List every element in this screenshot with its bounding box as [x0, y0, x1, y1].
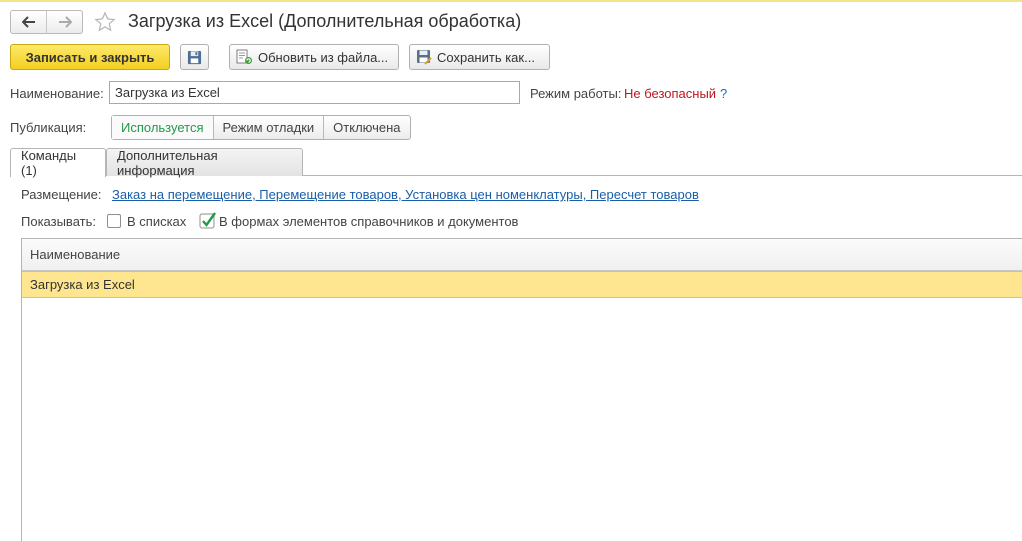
save-button[interactable] [180, 44, 209, 70]
placement-link[interactable]: Заказ на перемещение, Перемещение товаро… [112, 187, 699, 202]
column-header-name: Наименование [30, 247, 121, 262]
save-and-close-button[interactable]: Записать и закрыть [10, 44, 170, 70]
name-input[interactable]: Загрузка из Excel [109, 81, 520, 104]
checkmark-icon [199, 212, 216, 229]
publication-option-debug[interactable]: Режим отладки [212, 116, 324, 139]
publication-option-used[interactable]: Используется [112, 116, 213, 139]
favorite-star-icon[interactable] [94, 11, 116, 36]
arrow-left-icon [21, 16, 35, 28]
forward-button[interactable] [46, 11, 82, 33]
save-as-icon [416, 49, 432, 65]
nav-buttons [10, 10, 83, 34]
window-title: Загрузка из Excel (Дополнительная обрабо… [128, 11, 522, 31]
publication-selector: Используется Режим отладки Отключена [111, 115, 411, 140]
show-label: Показывать: [21, 214, 96, 229]
commands-table: Наименование Загрузка из Excel [21, 238, 1022, 541]
refresh-from-file-button[interactable]: Обновить из файла... [229, 44, 399, 70]
top-accent-line [0, 0, 1022, 2]
floppy-disk-icon [187, 50, 202, 64]
table-cell-name: Загрузка из Excel [30, 277, 135, 292]
help-icon[interactable]: ? [720, 86, 727, 101]
show-in-lists-checkbox[interactable] [107, 214, 121, 228]
table-row[interactable]: Загрузка из Excel [22, 271, 1022, 298]
show-in-lists-label: В списках [127, 214, 187, 229]
arrow-right-icon [58, 16, 72, 28]
save-as-button[interactable]: Сохранить как... [409, 44, 550, 70]
tab-additional-info[interactable]: Дополнительная информация [106, 148, 303, 178]
publication-label: Публикация: [10, 120, 87, 135]
save-as-label: Сохранить как... [437, 49, 535, 65]
show-in-forms-checkbox[interactable] [199, 211, 217, 232]
refresh-from-file-label: Обновить из файла... [258, 49, 389, 65]
back-button[interactable] [11, 11, 46, 33]
name-label: Наименование: [10, 86, 104, 101]
mode-label: Режим работы: [530, 86, 622, 101]
show-in-forms-label: В формах элементов справочников и докуме… [219, 214, 519, 229]
refresh-file-icon [236, 49, 253, 65]
mode-value: Не безопасный [624, 86, 717, 101]
publication-option-disabled[interactable]: Отключена [323, 116, 409, 139]
tab-commands[interactable]: Команды (1) [10, 148, 106, 178]
table-header[interactable]: Наименование [22, 239, 1022, 271]
placement-label: Размещение: [21, 187, 102, 202]
